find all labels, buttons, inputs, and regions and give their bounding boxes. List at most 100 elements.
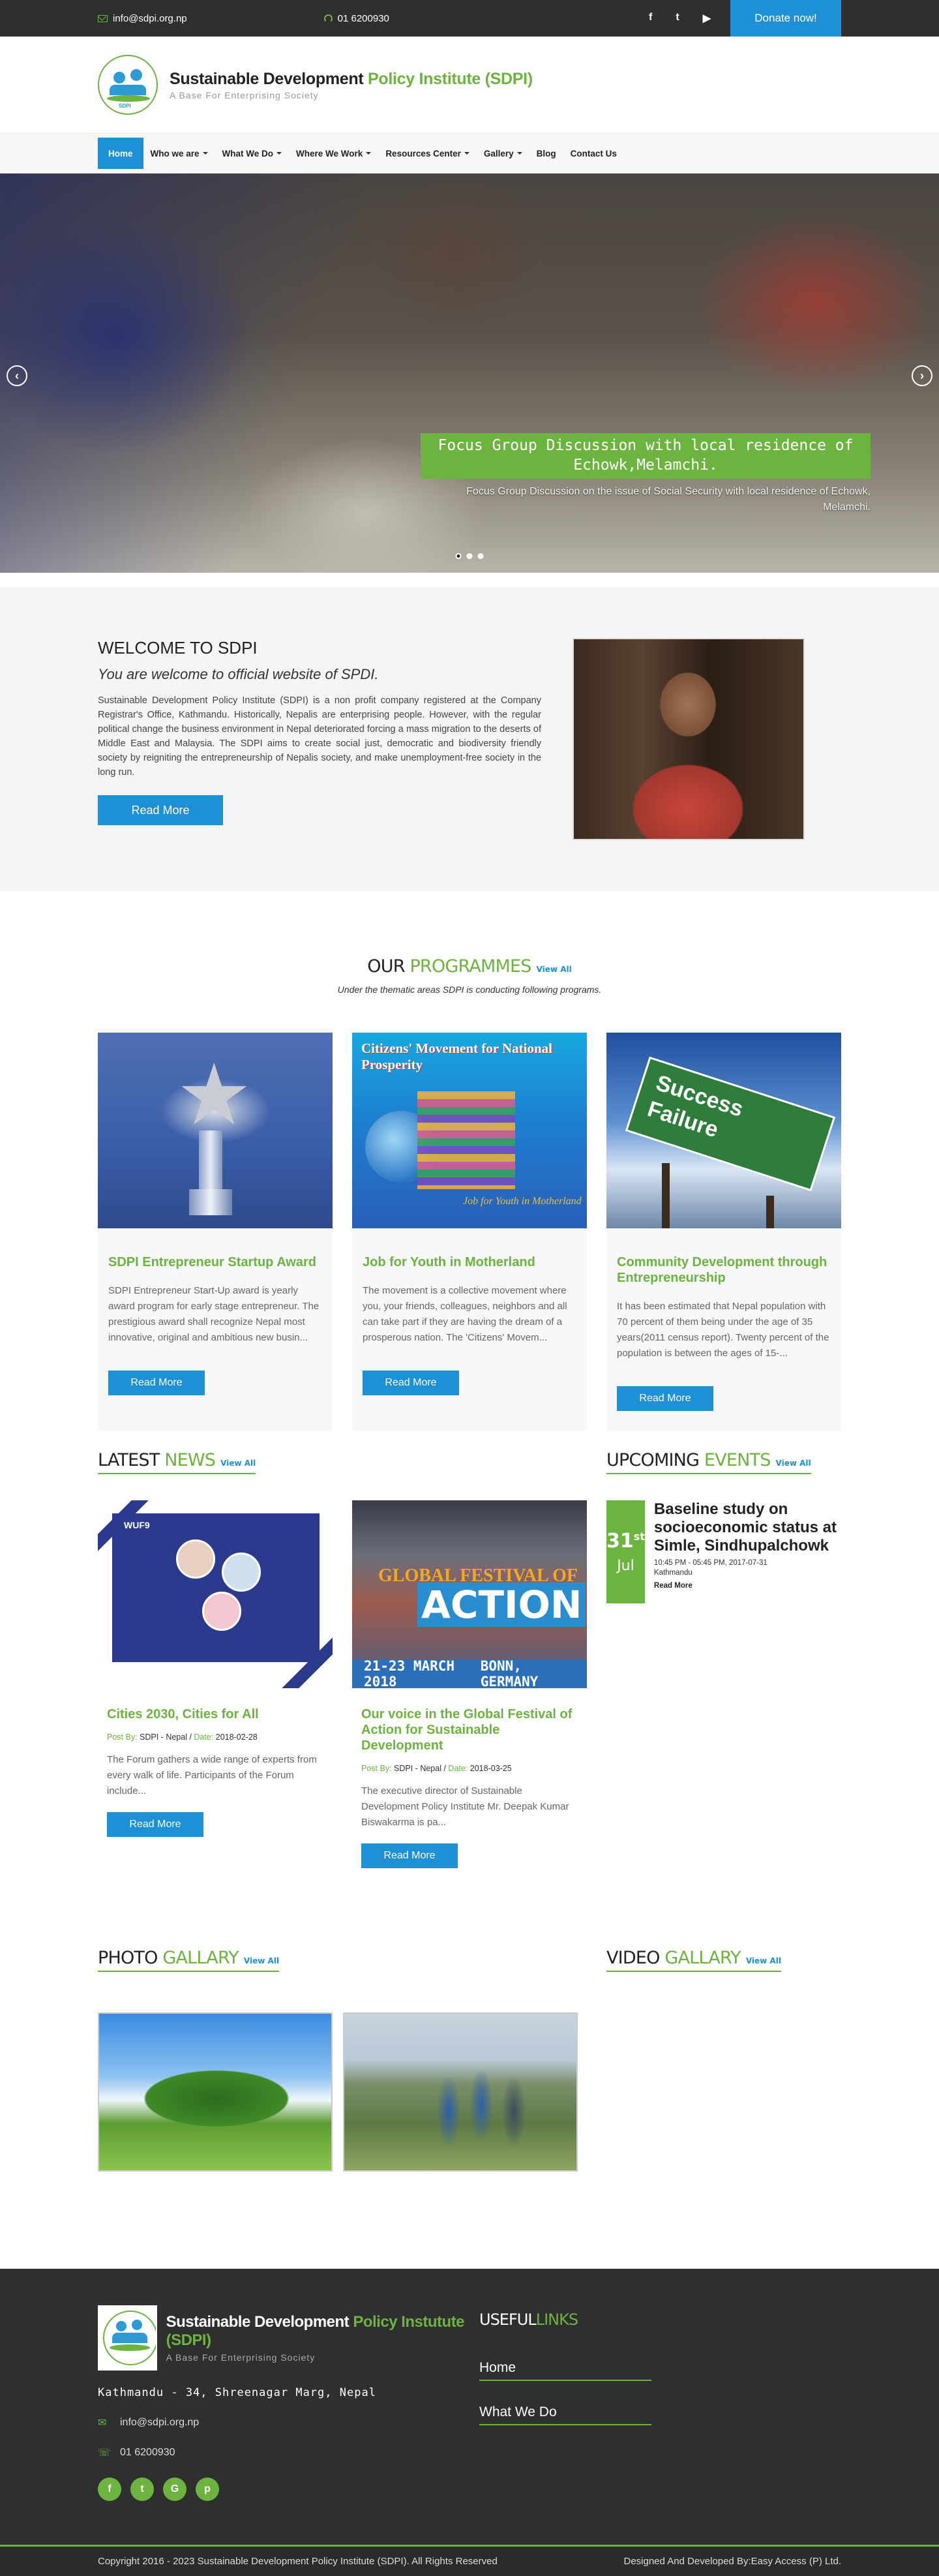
nav-gallery[interactable]: Gallery [477, 138, 529, 169]
footer-email[interactable]: ✉ info@sdpi.org.np [98, 2416, 479, 2429]
footer-logo[interactable] [98, 2305, 157, 2371]
caret-down-icon [276, 152, 282, 155]
event-read-more-link[interactable]: Read More [654, 1582, 841, 1590]
nav-resources-center[interactable]: Resources Center [378, 138, 477, 169]
programme-title[interactable]: Job for Youth in Motherland [363, 1254, 576, 1270]
programmes-view-all-link[interactable]: View All [537, 965, 572, 974]
top-bar: info@sdpi.org.np 01 6200930 f t ▶ Donate… [0, 0, 939, 37]
programme-cards: ★ SDPI Entrepreneur Startup Award SDPI E… [98, 1033, 841, 1431]
news-title-link[interactable]: Our voice in the Global Festival of Acti… [361, 1706, 578, 1753]
event-date-badge: 31st Jul [606, 1500, 645, 1603]
festival-of-action-image[interactable]: GLOBAL FESTIVAL OF ACTION 21-23 MARCH 20… [352, 1500, 587, 1690]
photo-gallery-view-all-link[interactable]: View All [244, 1956, 279, 1965]
events-view-all-link[interactable]: View All [776, 1459, 811, 1468]
welcome-read-more-button[interactable]: Read More [98, 795, 223, 825]
programme-title[interactable]: Community Development through Entreprene… [617, 1254, 831, 1286]
donate-button[interactable]: Donate now! [730, 0, 841, 37]
video-gallery-title: VIDEO GALLARY View All [606, 1948, 781, 1972]
slider-next-button[interactable]: › [912, 365, 932, 386]
news-desc: The Forum gathers a wide range of expert… [107, 1754, 317, 1796]
footer-site-name: Sustainable Development Policy Instutute… [166, 2313, 465, 2349]
events-title: UPCOMING EVENTS View All [606, 1450, 811, 1474]
site-footer: Sustainable Development Policy Instutute… [0, 2269, 939, 2576]
headset-icon: ☏ [98, 2447, 112, 2459]
slider-dot-1[interactable] [455, 553, 462, 559]
site-tagline: A Base For Enterprising Society [170, 89, 319, 100]
twitter-icon[interactable]: t [130, 2478, 154, 2501]
event-time: 10:45 PM - 05:45 PM, 2017-07-31 [653, 1559, 768, 1567]
nav-home[interactable]: Home [98, 138, 143, 169]
welcome-subtitle: You are welcome to official website of S… [98, 666, 379, 682]
nav-blog[interactable]: Blog [529, 138, 563, 169]
caret-down-icon [366, 152, 372, 155]
programme-card: Success Failure Community Development th… [606, 1033, 841, 1431]
nav-what-we-do[interactable]: What We Do [215, 138, 290, 169]
twitter-icon[interactable]: t [676, 12, 679, 25]
gallery-photo-people[interactable] [343, 2012, 578, 2172]
pinterest-icon[interactable]: p [196, 2478, 219, 2501]
nav-contact-us[interactable]: Contact Us [563, 138, 624, 169]
news-view-all-link[interactable]: View All [220, 1459, 256, 1468]
video-gallery-section: VIDEO GALLARY View All [606, 1948, 841, 2172]
photo-gallery-title: PHOTO GALLARY View All [98, 1948, 279, 1972]
welcome-body: Sustainable Development Policy Institute… [98, 695, 541, 778]
top-email[interactable]: info@sdpi.org.np [98, 13, 187, 24]
caret-down-icon [464, 152, 470, 155]
news-meta: Post By: SDPI - Nepal / Date: 2018-03-25 [361, 1764, 512, 1773]
top-email-text: info@sdpi.org.np [113, 12, 187, 24]
news-read-more-button[interactable]: Read More [107, 1812, 203, 1837]
brand: Sustainable Development Policy Institute… [170, 70, 533, 100]
slider-prev-button[interactable]: ‹ [7, 365, 27, 386]
programmes-header: OUR PROGRAMMES View All Under the themati… [98, 956, 841, 995]
nav-who-we-are[interactable]: Who we are [143, 138, 215, 169]
wuf9-image[interactable]: WUF9 [98, 1500, 333, 1688]
news-title: LATEST NEWS View All [98, 1450, 256, 1474]
site-header: SDPI Sustainable Development Policy Inst… [0, 37, 939, 133]
envelope-icon [98, 14, 108, 22]
nav-where-we-work[interactable]: Where We Work [289, 138, 378, 169]
photo-gallery-section: PHOTO GALLARY View All [98, 1948, 587, 2172]
useful-links-title: USEFULLINKS [479, 2311, 578, 2329]
top-phone: 01 6200930 [323, 12, 389, 24]
footer-link-what-we-do[interactable]: What We Do [479, 2404, 651, 2425]
news-title-link[interactable]: Cities 2030, Cities for All [107, 1706, 323, 1722]
news-desc: The executive director of Sustainable De… [361, 1785, 569, 1828]
gallery-photo-trees[interactable] [98, 2012, 333, 2172]
programme-desc: It has been estimated that Nepal populat… [617, 1301, 829, 1359]
developer-credit[interactable]: Designed And Developed By:Easy Access (P… [623, 2556, 841, 2567]
news-read-more-button[interactable]: Read More [361, 1843, 458, 1868]
slider-indicators [455, 553, 484, 559]
video-gallery-view-all-link[interactable]: View All [746, 1956, 781, 1965]
caret-down-icon [202, 152, 208, 155]
welcome-photo [573, 638, 805, 840]
programme-desc: The movement is a collective movement wh… [363, 1285, 567, 1343]
programme-read-more-button[interactable]: Read More [617, 1386, 713, 1411]
top-social-links: f t ▶ [649, 12, 711, 25]
welcome-section: WELCOME TO SDPI You are welcome to offic… [0, 587, 939, 891]
award-image[interactable]: ★ [98, 1033, 333, 1228]
success-failure-image[interactable]: Success Failure [606, 1033, 841, 1228]
hero-slider: ‹ › Focus Group Discussion with local re… [0, 174, 939, 573]
top-phone-text: 01 6200930 [337, 12, 389, 24]
programme-title[interactable]: SDPI Entrepreneur Startup Award [108, 1254, 322, 1270]
footer-tagline: A Base For Enterprising Society [166, 2352, 316, 2363]
google-icon[interactable]: G [163, 2478, 186, 2501]
programme-card: Citizens' Movement for National Prosperi… [352, 1033, 587, 1431]
slider-dot-2[interactable] [466, 553, 473, 559]
slide-text: Focus Group Discussion on the issue of S… [466, 486, 871, 513]
upcoming-events-section: UPCOMING EVENTS View All 31st Jul Baselin… [606, 1450, 841, 1868]
programme-read-more-button[interactable]: Read More [108, 1371, 205, 1395]
sdpi-logo[interactable]: SDPI [98, 55, 158, 115]
footer-link-home[interactable]: Home [479, 2360, 651, 2381]
facebook-icon[interactable]: f [98, 2478, 121, 2501]
slider-dot-3[interactable] [477, 553, 484, 559]
youtube-icon[interactable]: ▶ [703, 12, 711, 25]
event-location: Kathmandu [653, 1569, 693, 1577]
footer-brand: Sustainable Development Policy Instutute… [98, 2305, 479, 2371]
event-title[interactable]: Baseline study on socioeconomic status a… [654, 1500, 841, 1555]
citizens-movement-image[interactable]: Citizens' Movement for National Prosperi… [352, 1033, 587, 1228]
footer-address: Kathmandu - 34, Shreenagar Marg, Nepal [98, 2386, 376, 2399]
programme-read-more-button[interactable]: Read More [363, 1371, 459, 1395]
caret-down-icon [516, 152, 522, 155]
facebook-icon[interactable]: f [649, 12, 652, 25]
